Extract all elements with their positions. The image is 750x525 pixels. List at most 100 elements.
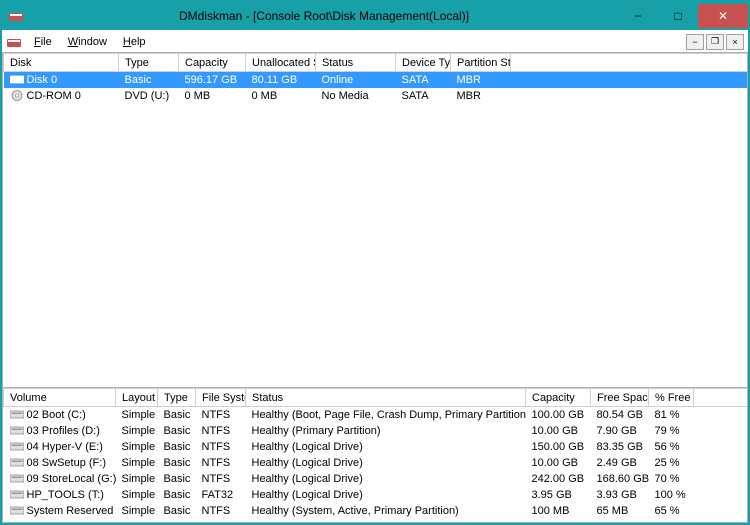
disk-name: Disk 0 xyxy=(27,74,58,86)
header-type[interactable]: Type xyxy=(119,54,179,72)
cell-fs: NTFS xyxy=(196,407,246,423)
cell-pct: 81 % xyxy=(649,407,694,423)
cell-vol-capacity: 100.00 GB xyxy=(526,407,591,423)
volume-name: HP_TOOLS (T:) xyxy=(27,489,104,501)
volume-icon xyxy=(10,457,24,468)
cell-pct: 25 % xyxy=(649,455,694,471)
header-status[interactable]: Status xyxy=(316,54,396,72)
volume-row[interactable]: 03 Profiles (D:)SimpleBasicNTFSHealthy (… xyxy=(4,423,748,439)
cell-vol-type: Basic xyxy=(158,503,196,519)
mdi-app-icon[interactable] xyxy=(6,34,22,50)
cell-fs: FAT32 xyxy=(196,487,246,503)
cell-pct: 65 % xyxy=(649,503,694,519)
header-pct[interactable]: % Free xyxy=(649,389,694,407)
header-partition-style[interactable]: Partition Style xyxy=(451,54,511,72)
header-vol-status[interactable]: Status xyxy=(246,389,526,407)
mdi-minimize-button[interactable]: − xyxy=(686,34,704,50)
cell-vol-type: Basic xyxy=(158,439,196,455)
header-disk[interactable]: Disk xyxy=(4,54,119,72)
cell-capacity: 0 MB xyxy=(179,88,246,104)
volume-name: 03 Profiles (D:) xyxy=(27,425,100,437)
header-volume[interactable]: Volume xyxy=(4,389,116,407)
cell-type: Basic xyxy=(119,72,179,88)
cell-volume: 03 Profiles (D:) xyxy=(4,423,116,439)
volume-row[interactable]: 09 StoreLocal (G:)SimpleBasicNTFSHealthy… xyxy=(4,471,748,487)
cell-volume: 09 StoreLocal (G:) xyxy=(4,471,116,487)
cell-layout: Simple xyxy=(116,423,158,439)
cell-pct: 79 % xyxy=(649,423,694,439)
mdi-controls: − ❐ × xyxy=(686,34,744,50)
minimize-button[interactable]: − xyxy=(618,4,658,28)
cell-free: 3.93 GB xyxy=(591,487,649,503)
window-controls: − □ ✕ xyxy=(618,4,748,28)
volume-row[interactable]: 02 Boot (C:)SimpleBasicNTFSHealthy (Boot… xyxy=(4,407,748,423)
cell-device-type: SATA xyxy=(396,88,451,104)
cell-vol-type: Basic xyxy=(158,471,196,487)
cell-vol-type: Basic xyxy=(158,455,196,471)
titlebar[interactable]: DMdiskman - [Console Root\Disk Managemen… xyxy=(2,2,748,30)
content-area: Disk Type Capacity Unallocated Sp... Sta… xyxy=(2,52,748,523)
cell-device-type: SATA xyxy=(396,72,451,88)
cell-vol-capacity: 150.00 GB xyxy=(526,439,591,455)
app-icon xyxy=(8,8,24,24)
cell-vol-capacity: 10.00 GB xyxy=(526,455,591,471)
volume-row[interactable]: 04 Hyper-V (E:)SimpleBasicNTFSHealthy (L… xyxy=(4,439,748,455)
volume-list-pane[interactable]: Volume Layout Type File System Status Ca… xyxy=(3,387,747,522)
cell-pct: 56 % xyxy=(649,439,694,455)
menu-window[interactable]: Window xyxy=(60,33,115,51)
maximize-button[interactable]: □ xyxy=(658,4,698,28)
header-layout[interactable]: Layout xyxy=(116,389,158,407)
cell-fs: NTFS xyxy=(196,423,246,439)
volume-icon xyxy=(10,473,24,484)
menu-file[interactable]: File xyxy=(26,33,60,51)
cell-free: 7.90 GB xyxy=(591,423,649,439)
menubar: File Window Help − ❐ × xyxy=(2,30,748,54)
cell-layout: Simple xyxy=(116,503,158,519)
mdi-restore-button[interactable]: ❐ xyxy=(706,34,724,50)
cell-vol-type: Basic xyxy=(158,407,196,423)
cell-vol-status: Healthy (Logical Drive) xyxy=(246,455,526,471)
cell-vol-status: Healthy (Logical Drive) xyxy=(246,439,526,455)
menu-help[interactable]: Help xyxy=(115,33,154,51)
header-device-type[interactable]: Device Type xyxy=(396,54,451,72)
cell-vol-status: Healthy (Logical Drive) xyxy=(246,471,526,487)
cell-vol-type: Basic xyxy=(158,423,196,439)
cdrom-icon xyxy=(10,90,24,101)
volume-table: Volume Layout Type File System Status Ca… xyxy=(3,388,747,519)
cell-volume: 02 Boot (C:) xyxy=(4,407,116,423)
mdi-close-button[interactable]: × xyxy=(726,34,744,50)
disk-row[interactable]: CD-ROM 0DVD (U:)0 MB0 MBNo MediaSATAMBR xyxy=(4,88,748,104)
cell-vol-capacity: 100 MB xyxy=(526,503,591,519)
header-unallocated[interactable]: Unallocated Sp... xyxy=(246,54,316,72)
disk-list-pane[interactable]: Disk Type Capacity Unallocated Sp... Sta… xyxy=(3,53,747,387)
cell-volume: System Reserved xyxy=(4,503,116,519)
cell-layout: Simple xyxy=(116,487,158,503)
volume-name: 09 StoreLocal (G:) xyxy=(27,473,116,485)
cell-volume: 08 SwSetup (F:) xyxy=(4,455,116,471)
header-capacity[interactable]: Capacity xyxy=(179,54,246,72)
header-free[interactable]: Free Space xyxy=(591,389,649,407)
volume-row[interactable]: System ReservedSimpleBasicNTFSHealthy (S… xyxy=(4,503,748,519)
volume-row[interactable]: HP_TOOLS (T:)SimpleBasicFAT32Healthy (Lo… xyxy=(4,487,748,503)
cell-fs: NTFS xyxy=(196,471,246,487)
cell-volume: 04 Hyper-V (E:) xyxy=(4,439,116,455)
cell-vol-status: Healthy (System, Active, Primary Partiti… xyxy=(246,503,526,519)
volume-row[interactable]: 08 SwSetup (F:)SimpleBasicNTFSHealthy (L… xyxy=(4,455,748,471)
disk-row[interactable]: Disk 0Basic596.17 GB80.11 GBOnlineSATAMB… xyxy=(4,72,748,88)
header-vol-capacity[interactable]: Capacity xyxy=(526,389,591,407)
cell-free: 65 MB xyxy=(591,503,649,519)
cell-volume: HP_TOOLS (T:) xyxy=(4,487,116,503)
cell-free: 168.60 GB xyxy=(591,471,649,487)
header-vol-type[interactable]: Type xyxy=(158,389,196,407)
cell-layout: Simple xyxy=(116,471,158,487)
volume-icon xyxy=(10,409,24,420)
disk-name: CD-ROM 0 xyxy=(27,90,81,102)
cell-disk: CD-ROM 0 xyxy=(4,88,119,104)
close-button[interactable]: ✕ xyxy=(698,4,748,28)
cell-pct: 100 % xyxy=(649,487,694,503)
header-filler xyxy=(511,54,748,72)
header-fs[interactable]: File System xyxy=(196,389,246,407)
cell-free: 2.49 GB xyxy=(591,455,649,471)
cell-fs: NTFS xyxy=(196,439,246,455)
cell-vol-status: Healthy (Boot, Page File, Crash Dump, Pr… xyxy=(246,407,526,423)
